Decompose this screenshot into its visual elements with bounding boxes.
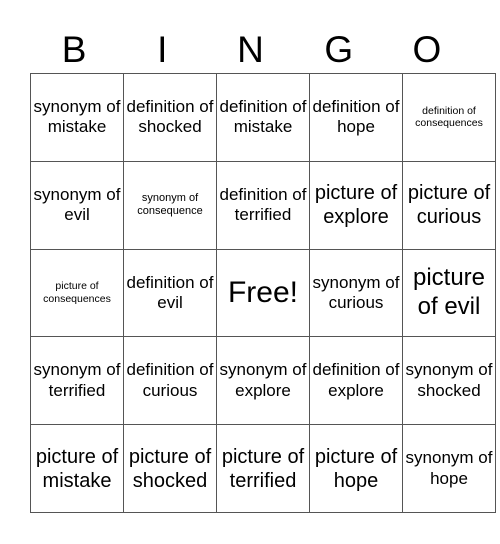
- bingo-cell[interactable]: picture of hope: [309, 424, 403, 513]
- bingo-cell[interactable]: synonym of explore: [216, 336, 310, 426]
- bingo-cell[interactable]: picture of mistake: [30, 424, 124, 513]
- bingo-cell[interactable]: definition of terrified: [216, 160, 310, 250]
- bingo-cell[interactable]: synonym of curious: [309, 248, 403, 338]
- free-space-cell[interactable]: Free!: [216, 248, 310, 338]
- header-letter-i: I: [157, 29, 168, 70]
- bingo-header: B I N G O: [30, 28, 471, 72]
- bingo-cell[interactable]: picture of evil: [402, 248, 496, 338]
- bingo-cell[interactable]: picture of curious: [402, 160, 496, 250]
- bingo-cell[interactable]: synonym of hope: [402, 424, 496, 513]
- bingo-cell[interactable]: synonym of evil: [30, 160, 124, 250]
- header-letter-o: O: [412, 29, 442, 70]
- bingo-cell[interactable]: picture of consequences: [30, 248, 124, 338]
- header-letter-g: G: [324, 29, 354, 70]
- bingo-cell[interactable]: synonym of shocked: [402, 336, 496, 426]
- bingo-cell[interactable]: definition of mistake: [216, 73, 310, 162]
- header-letter-n: N: [237, 29, 264, 70]
- bingo-cell[interactable]: synonym of mistake: [30, 73, 124, 162]
- bingo-cell[interactable]: definition of curious: [123, 336, 217, 426]
- bingo-cell[interactable]: synonym of terrified: [30, 336, 124, 426]
- bingo-cell[interactable]: picture of shocked: [123, 424, 217, 513]
- bingo-cell[interactable]: definition of explore: [309, 336, 403, 426]
- bingo-cell[interactable]: picture of explore: [309, 160, 403, 250]
- bingo-cell[interactable]: definition of consequences: [402, 73, 496, 162]
- header-letter-b: B: [61, 29, 87, 70]
- bingo-row: synonym of mistake definition of shocked d…: [30, 73, 496, 162]
- bingo-cell[interactable]: definition of shocked: [123, 73, 217, 162]
- bingo-grid: synonym of mistake definition of shocked d…: [30, 73, 496, 513]
- bingo-cell[interactable]: definition of hope: [309, 73, 403, 162]
- bingo-cell[interactable]: picture of terrified: [216, 424, 310, 513]
- bingo-cell[interactable]: synonym of consequence: [123, 160, 217, 250]
- bingo-cell[interactable]: definition of evil: [123, 248, 217, 338]
- bingo-row: synonym of evil synonym of consequence def…: [30, 160, 496, 250]
- bingo-row: picture of mistake picture of shocked pict…: [30, 424, 496, 513]
- bingo-row: picture of consequences definition of evi…: [30, 248, 496, 338]
- bingo-row: synonym of terrified definition of curiou…: [30, 336, 496, 426]
